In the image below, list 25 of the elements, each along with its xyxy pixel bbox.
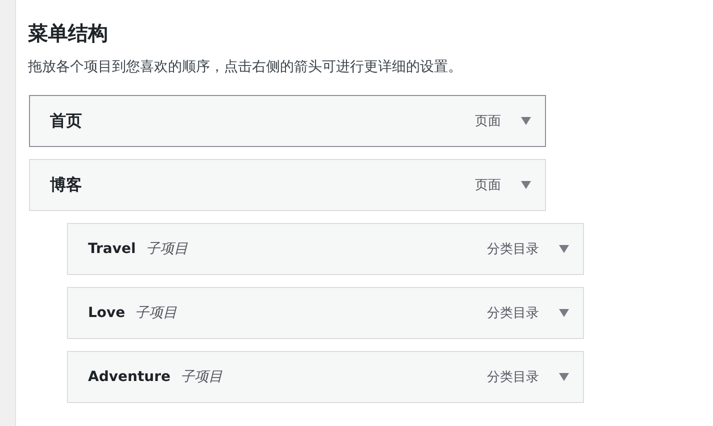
sub-item-label: 子项目 bbox=[146, 240, 188, 258]
section-heading: 菜单结构 bbox=[28, 20, 109, 47]
menu-item-title: Love bbox=[88, 305, 126, 321]
menu-item[interactable]: Love 子项目 分类目录 bbox=[67, 287, 584, 339]
item-type: 分类目录 bbox=[487, 241, 539, 258]
dropdown-arrow-icon[interactable] bbox=[559, 245, 569, 253]
sub-item-label: 子项目 bbox=[135, 304, 178, 322]
menu-item[interactable]: Adventure 子项目 分类目录 bbox=[67, 351, 584, 403]
item-type: 页面 bbox=[475, 113, 501, 130]
menu-item-title: Travel bbox=[88, 241, 136, 257]
menu-item[interactable]: Travel 子项目 分类目录 bbox=[67, 223, 584, 275]
description: 拖放各个项目到您喜欢的顺序，点击右侧的箭头可进行更详细的设置。 bbox=[28, 58, 463, 77]
menu-item[interactable]: 首页 页面 bbox=[29, 95, 546, 147]
menu-item-title: 首页 bbox=[50, 110, 82, 132]
sub-item-label: 子项目 bbox=[180, 368, 223, 386]
dropdown-arrow-icon[interactable] bbox=[559, 309, 569, 317]
dropdown-arrow-icon[interactable] bbox=[559, 373, 569, 381]
menu-item[interactable]: 博客 页面 bbox=[29, 159, 546, 211]
item-type: 分类目录 bbox=[487, 369, 539, 386]
item-type: 分类目录 bbox=[487, 305, 539, 322]
menu-item-title: 博客 bbox=[50, 174, 82, 196]
dropdown-arrow-icon[interactable] bbox=[521, 117, 531, 125]
item-type: 页面 bbox=[475, 177, 501, 194]
menu-item-title: Adventure bbox=[88, 369, 171, 385]
dropdown-arrow-icon[interactable] bbox=[521, 181, 531, 189]
